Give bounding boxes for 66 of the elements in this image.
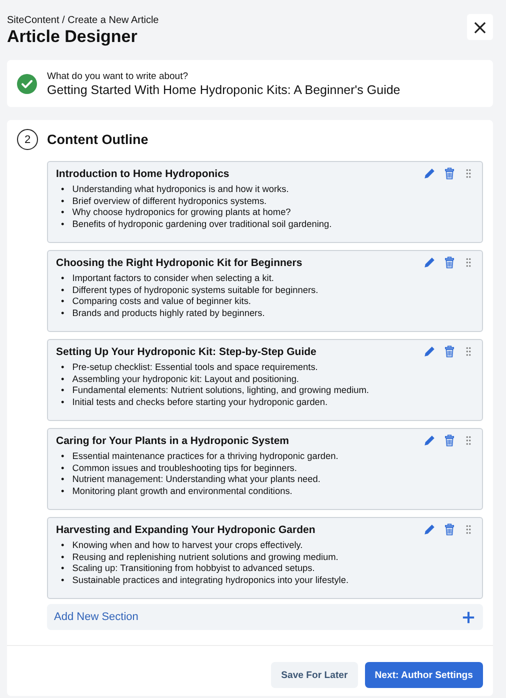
section-title: Harvesting and Expanding Your Hydroponic Garden (56, 524, 316, 536)
outline-point: Important factors to consider when selecting a kit. (72, 273, 274, 285)
add-section-button[interactable]: Add New Section (47, 604, 483, 630)
outline-point: Different types of hydroponic systems suitable for beginners. (72, 284, 318, 296)
trash-icon[interactable] (443, 345, 456, 358)
outline-point: Nutrient management: Understanding what your plants need. (72, 474, 320, 486)
outline-point: Knowing when and how to harvest your crops effectively. (72, 540, 303, 552)
bullet: • (61, 218, 64, 230)
bullet: • (61, 486, 64, 498)
outline-point: Benefits of hydroponic gardening over traditional soil gardening. (72, 218, 332, 230)
bullet: • (61, 451, 64, 463)
edit-icon[interactable] (423, 167, 436, 180)
action-button[interactable]: Next: Author Settings (364, 662, 483, 688)
topic-label: What do you want to write about? (47, 70, 189, 82)
edit-icon[interactable] (423, 256, 436, 269)
section-title: Introduction to Home Hydroponics (56, 168, 230, 180)
outline-point: Understanding what hydroponics is and how it works. (72, 184, 289, 196)
outline-point: Comparing costs and value of beginner kits. (72, 296, 251, 308)
trash-icon[interactable] (443, 167, 456, 180)
breadcrumb: SiteContent / Create a New Article (7, 15, 159, 26)
outline-point: Monitoring plant growth and environmental conditions. (72, 486, 292, 498)
edit-icon[interactable] (423, 523, 436, 536)
trash-icon[interactable] (443, 523, 456, 536)
bullet: • (61, 362, 64, 374)
edit-icon[interactable] (423, 345, 436, 358)
bullet: • (61, 574, 64, 586)
bullet: • (61, 552, 64, 564)
bullet: • (61, 196, 64, 208)
bullet: • (61, 563, 64, 575)
bullet: • (61, 474, 64, 486)
bullet: • (61, 308, 64, 320)
section-title: Choosing the Right Hydroponic Kit for Beginners (56, 256, 302, 268)
trash-icon[interactable] (443, 256, 456, 269)
bullet: • (61, 207, 64, 219)
close-button[interactable]: × (467, 14, 493, 40)
plus-icon (462, 610, 475, 624)
bullet: • (61, 296, 64, 308)
step-number: 2 (17, 129, 38, 150)
section-title: Setting Up Your Hydroponic Kit: Step-by-Step Guide (56, 346, 316, 358)
action-button[interactable]: Save For Later (271, 662, 358, 688)
outline-point: Sustainable practices and integrating hydroponics into your lifestyle. (72, 574, 349, 586)
bullet: • (61, 284, 64, 296)
outline-point: Reusing and replenishing nutrient solutions and growing medium. (72, 552, 338, 564)
section-title: Caring for Your Plants in a Hydroponic System (56, 434, 289, 446)
section-heading: Content Outline (47, 132, 148, 147)
trash-icon[interactable] (443, 434, 456, 447)
bullet: • (61, 396, 64, 408)
bullet: • (61, 184, 64, 196)
outline-point: Brands and products highly rated by beginners. (72, 308, 265, 320)
outline-point: Fundamental elements: Nutrient solutions, lighting, and growing medium. (72, 385, 369, 397)
outline-point: Brief overview of different hydroponics systems. (72, 196, 267, 208)
bullet: • (61, 462, 64, 474)
bullet: • (61, 385, 64, 397)
outline-point: Scaling up: Transitioning from hobbyist to advanced setups. (72, 563, 315, 575)
outline-point: Why choose hydroponics for growing plants at home? (72, 207, 291, 219)
outline-point: Assembling your hydroponic kit: Layout and positioning. (72, 374, 299, 386)
edit-icon[interactable] (423, 434, 436, 447)
outline-point: Common issues and troubleshooting tips for beginners. (72, 462, 297, 474)
bullet: • (61, 273, 64, 285)
topic-value: Getting Started With Home Hydroponic Kits: A Beginner's Guide (47, 82, 400, 96)
bullet: • (61, 540, 64, 552)
outline-point: Initial tests and checks before starting your hydroponic garden. (72, 396, 328, 408)
outline-point: Pre-setup checklist: Essential tools and space requirements. (72, 362, 318, 374)
outline-point: Essential maintenance practices for a thriving hydroponic garden. (72, 451, 338, 463)
page-title: Article Designer (7, 27, 138, 47)
bullet: • (61, 374, 64, 386)
